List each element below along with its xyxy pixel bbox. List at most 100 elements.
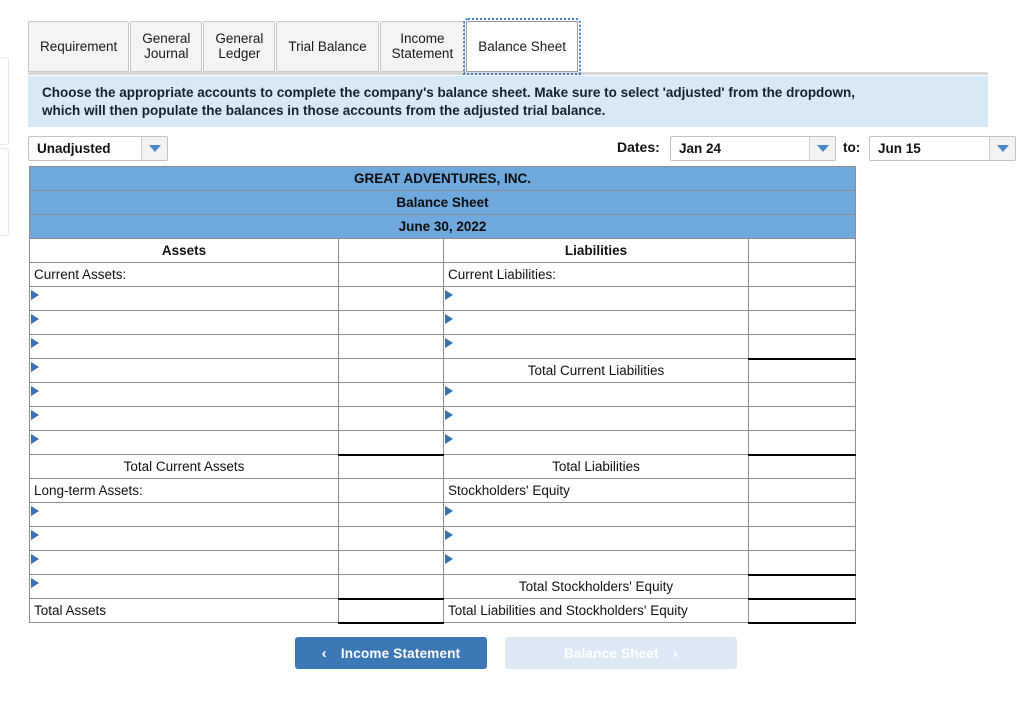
account-picker-cell[interactable] xyxy=(29,550,339,575)
sheet-date: June 30, 2022 xyxy=(28,214,857,239)
edge-ghost-panel-bottom xyxy=(0,148,9,236)
amount-cell[interactable] xyxy=(747,526,857,551)
adjustment-dropdown[interactable]: Unadjusted xyxy=(28,136,168,161)
amount-cell[interactable] xyxy=(747,286,857,311)
amount-cell[interactable] xyxy=(747,502,857,527)
sheet-title-row-statement: Balance Sheet xyxy=(28,190,857,215)
account-picker-cell[interactable] xyxy=(443,526,749,551)
chevron-down-icon xyxy=(148,145,161,152)
amount-cell xyxy=(338,262,444,287)
tab-requirement[interactable]: Requirement xyxy=(28,21,130,72)
table-row: Total Assets Total Liabilities and Stockh… xyxy=(29,597,857,624)
account-picker-cell[interactable] xyxy=(29,526,339,551)
tab-general-ledger[interactable]: General Ledger xyxy=(203,21,276,72)
tab-income-statement[interactable]: Income Statement xyxy=(379,21,466,72)
date-from-dropdown[interactable]: Jan 24 xyxy=(670,136,836,161)
row-label-cell: Total Liabilities xyxy=(443,454,749,479)
table-row: Total Current Assets Total Liabilities xyxy=(29,453,857,479)
amount-cell[interactable] xyxy=(338,502,444,527)
account-picker-cell[interactable] xyxy=(29,574,339,599)
table-row xyxy=(29,406,857,431)
account-picker-cell[interactable] xyxy=(29,406,339,431)
amount-cell[interactable] xyxy=(338,478,444,503)
amount-cell[interactable] xyxy=(338,574,444,599)
amount-cell[interactable] xyxy=(338,310,444,335)
date-to-value: Jun 15 xyxy=(878,141,921,156)
account-picker-cell[interactable] xyxy=(443,550,749,575)
account-picker-cell[interactable] xyxy=(29,286,339,311)
column-header-liabilities-amount xyxy=(747,238,857,263)
column-header-assets-amount xyxy=(338,238,444,263)
account-picker-cell[interactable] xyxy=(443,430,749,455)
amount-cell[interactable] xyxy=(747,430,857,455)
amount-cell[interactable] xyxy=(747,550,857,575)
account-picker-cell[interactable] xyxy=(443,310,749,335)
amount-cell[interactable] xyxy=(338,334,444,359)
amount-cell[interactable] xyxy=(338,286,444,311)
next-balance-sheet-button[interactable]: Balance Sheet › xyxy=(505,637,737,669)
instruction-line-2: which will then populate the balances in… xyxy=(42,103,606,118)
account-picker-cell[interactable] xyxy=(29,334,339,359)
table-row: Current Assets: Current Liabilities: xyxy=(29,262,857,287)
amount-cell[interactable] xyxy=(747,334,857,359)
table-row xyxy=(29,550,857,575)
amount-cell[interactable] xyxy=(747,310,857,335)
sheet-title-row-company: GREAT ADVENTURES, INC. xyxy=(28,166,857,191)
adjustment-dropdown-arrow[interactable] xyxy=(141,137,167,160)
amount-cell[interactable] xyxy=(747,406,857,431)
amount-cell[interactable] xyxy=(747,357,857,383)
tab-strip-underline xyxy=(28,72,988,75)
date-to-dropdown[interactable]: Jun 15 xyxy=(869,136,1016,161)
row-label-cell: Total Current Assets xyxy=(29,454,339,479)
amount-cell[interactable] xyxy=(338,453,444,479)
account-picker-cell[interactable] xyxy=(29,502,339,527)
prev-button-label: Income Statement xyxy=(340,645,461,661)
account-picker-cell[interactable] xyxy=(443,406,749,431)
date-to-dropdown-arrow[interactable] xyxy=(989,137,1015,160)
account-picker-cell[interactable] xyxy=(443,502,749,527)
tab-general-journal[interactable]: General Journal xyxy=(130,21,203,72)
amount-cell[interactable] xyxy=(338,526,444,551)
edge-ghost-panel-top xyxy=(0,57,9,145)
tab-balancesheet[interactable]: Balance Sheet xyxy=(463,18,582,75)
account-picker-cell[interactable] xyxy=(443,286,749,311)
account-picker-cell[interactable] xyxy=(443,334,749,359)
balance-sheet-table: GREAT ADVENTURES, INC. Balance Sheet Jun… xyxy=(28,166,857,624)
sheet-statement-name: Balance Sheet xyxy=(28,190,857,215)
amount-cell[interactable] xyxy=(338,430,444,455)
amount-cell[interactable] xyxy=(338,358,444,383)
column-header-assets: Assets xyxy=(29,238,339,263)
account-picker-cell[interactable] xyxy=(29,358,339,383)
amount-cell[interactable] xyxy=(338,406,444,431)
table-row xyxy=(29,382,857,407)
chevron-left-icon: ‹ xyxy=(321,644,327,662)
dates-to-label: to: xyxy=(843,140,861,155)
table-row xyxy=(29,502,857,527)
adjustment-dropdown-value: Unadjusted xyxy=(37,141,111,156)
amount-cell[interactable] xyxy=(338,382,444,407)
account-picker-cell[interactable] xyxy=(29,310,339,335)
account-picker-cell[interactable] xyxy=(29,382,339,407)
table-row xyxy=(29,286,857,311)
tab-trialbalance[interactable]: Trial Balance xyxy=(276,21,379,72)
table-row: Total Stockholders' Equity xyxy=(29,573,857,599)
amount-cell xyxy=(747,262,857,287)
amount-cell[interactable] xyxy=(747,478,857,503)
amount-cell[interactable] xyxy=(747,597,857,624)
table-row xyxy=(29,310,857,335)
amount-cell[interactable] xyxy=(338,597,444,624)
prev-income-statement-button[interactable]: ‹ Income Statement xyxy=(295,637,487,669)
amount-cell[interactable] xyxy=(338,550,444,575)
tab-strip: Requirement General Journal General Ledger… xyxy=(28,18,582,75)
column-header-liabilities: Liabilities xyxy=(443,238,749,263)
table-row: Long-term Assets: Stockholders' Equity xyxy=(29,478,857,503)
table-row xyxy=(29,526,857,551)
table-row: Total Current Liabilities xyxy=(29,357,857,383)
amount-cell[interactable] xyxy=(747,453,857,479)
account-picker-cell[interactable] xyxy=(29,430,339,455)
amount-cell[interactable] xyxy=(747,573,857,599)
row-label-cell: Total Assets xyxy=(29,598,339,623)
date-from-dropdown-arrow[interactable] xyxy=(809,137,835,160)
account-picker-cell[interactable] xyxy=(443,382,749,407)
amount-cell[interactable] xyxy=(747,382,857,407)
